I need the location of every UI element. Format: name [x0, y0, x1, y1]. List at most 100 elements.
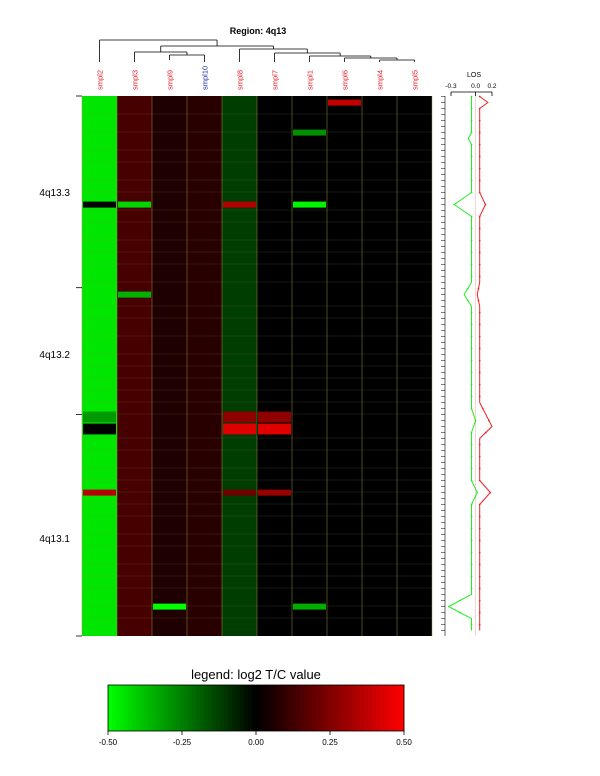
legend-stripe — [260, 685, 265, 731]
legend-stripe — [156, 685, 161, 731]
los-marker — [453, 203, 456, 206]
los-marker — [470, 107, 473, 110]
los-marker — [470, 239, 473, 242]
legend-stripe — [120, 685, 125, 731]
legend-stripe — [340, 685, 345, 731]
los-marker — [470, 395, 473, 398]
los-marker — [478, 275, 481, 278]
los-marker — [470, 215, 473, 218]
legend-stripe — [332, 685, 337, 731]
legend-stripe — [380, 685, 385, 731]
los-marker — [484, 203, 487, 206]
sample-label: smpl10 — [201, 66, 210, 90]
legend-stripe — [248, 685, 253, 731]
legend-stripe — [184, 685, 189, 731]
highlight-cell-smpl1 — [293, 603, 326, 610]
legend-stripe — [312, 685, 317, 731]
los-marker — [466, 287, 469, 290]
los-marker — [478, 467, 481, 470]
legend-stripe — [284, 685, 289, 731]
legend-stripe — [180, 685, 185, 731]
los-marker — [466, 299, 469, 302]
los-marker — [470, 443, 473, 446]
legend-tick-label: -0.25 — [173, 738, 192, 747]
legend-stripe — [316, 685, 321, 731]
los-marker — [478, 515, 481, 518]
legend-stripe — [224, 685, 229, 731]
legend-stripe — [232, 685, 237, 731]
los-marker — [478, 95, 481, 98]
highlight-cell-smpl1 — [293, 201, 326, 208]
legend-stripe — [388, 685, 393, 731]
los-marker — [470, 563, 473, 566]
highlight-cell-smpl8 — [223, 489, 256, 496]
los-marker — [470, 575, 473, 578]
los-marker — [488, 419, 490, 422]
los-marker — [481, 407, 484, 410]
los-marker — [478, 251, 481, 254]
los-marker — [478, 479, 481, 482]
los-marker — [470, 467, 473, 470]
sample-labels: smpl2 smpl3 smpl9 smpl10 smpl8 smpl7 smpl1 smpl… — [96, 66, 420, 90]
los-marker — [470, 227, 473, 230]
legend-title: legend: log2 T/C value — [191, 667, 321, 682]
sample-dendrogram — [99, 39, 415, 62]
los-marker — [478, 347, 481, 350]
legend-stripe — [376, 685, 381, 731]
legend-stripe — [196, 685, 201, 731]
legend-stripe — [252, 685, 257, 731]
los-marker — [470, 155, 473, 158]
los-marker — [470, 335, 473, 338]
highlight-cell-smpl2 — [83, 423, 116, 435]
los-marker — [478, 227, 481, 230]
legend-stripe — [240, 685, 245, 731]
chart-title: Region: 4q13 — [230, 26, 287, 36]
los-marker — [470, 167, 473, 170]
legend-stripe — [288, 685, 293, 731]
legend-stripe — [108, 685, 113, 731]
legend-stripe — [364, 685, 369, 731]
legend-stripe — [112, 685, 117, 731]
los-marker — [470, 515, 473, 518]
legend-stripe — [132, 685, 137, 731]
legend-stripe — [164, 685, 169, 731]
chromosome-band-labels: 4q13.3 4q13.2 4q13.1 — [39, 95, 82, 637]
color-legend: legend: log2 T/C value -0.50 -0.25 0.00 0.2… — [99, 667, 412, 747]
legend-stripe — [212, 685, 217, 731]
los-marker — [478, 395, 481, 398]
los-marker — [470, 131, 473, 134]
los-marker — [470, 383, 473, 386]
legend-stripe — [348, 685, 353, 731]
los-red-series — [476, 96, 493, 631]
highlight-cell-smpl1 — [293, 129, 326, 136]
highlight-cell-smpl8 — [223, 423, 256, 435]
los-marker — [470, 275, 473, 278]
los-marker — [484, 431, 487, 434]
los-marker — [478, 119, 481, 122]
los-marker — [478, 527, 481, 530]
highlight-cell-smpl3 — [118, 201, 151, 208]
sample-label: smpl9 — [166, 70, 175, 90]
legend-stripe — [188, 685, 193, 731]
legend-tick-label: -0.50 — [99, 738, 118, 747]
los-marker — [470, 371, 473, 374]
los-panel: LOS -0.3 0.0 0.2 — [441, 72, 497, 636]
sample-label: smpl3 — [131, 70, 140, 90]
los-marker — [477, 287, 480, 290]
legend-stripe — [276, 685, 281, 731]
los-marker — [478, 503, 481, 506]
legend-stripe — [296, 685, 301, 731]
legend-stripe — [204, 685, 209, 731]
highlight-cell-smpl6 — [328, 99, 361, 106]
legend-stripe — [116, 685, 121, 731]
legend-stripe — [216, 685, 221, 731]
legend-stripe — [172, 685, 177, 731]
legend-stripe — [228, 685, 233, 731]
los-marker — [478, 143, 481, 146]
los-label: LOS — [467, 72, 481, 79]
band-label: 4q13.2 — [39, 350, 70, 361]
los-marker — [478, 323, 481, 326]
legend-stripe — [144, 685, 149, 731]
legend-stripe — [360, 685, 365, 731]
los-marker — [470, 623, 473, 626]
